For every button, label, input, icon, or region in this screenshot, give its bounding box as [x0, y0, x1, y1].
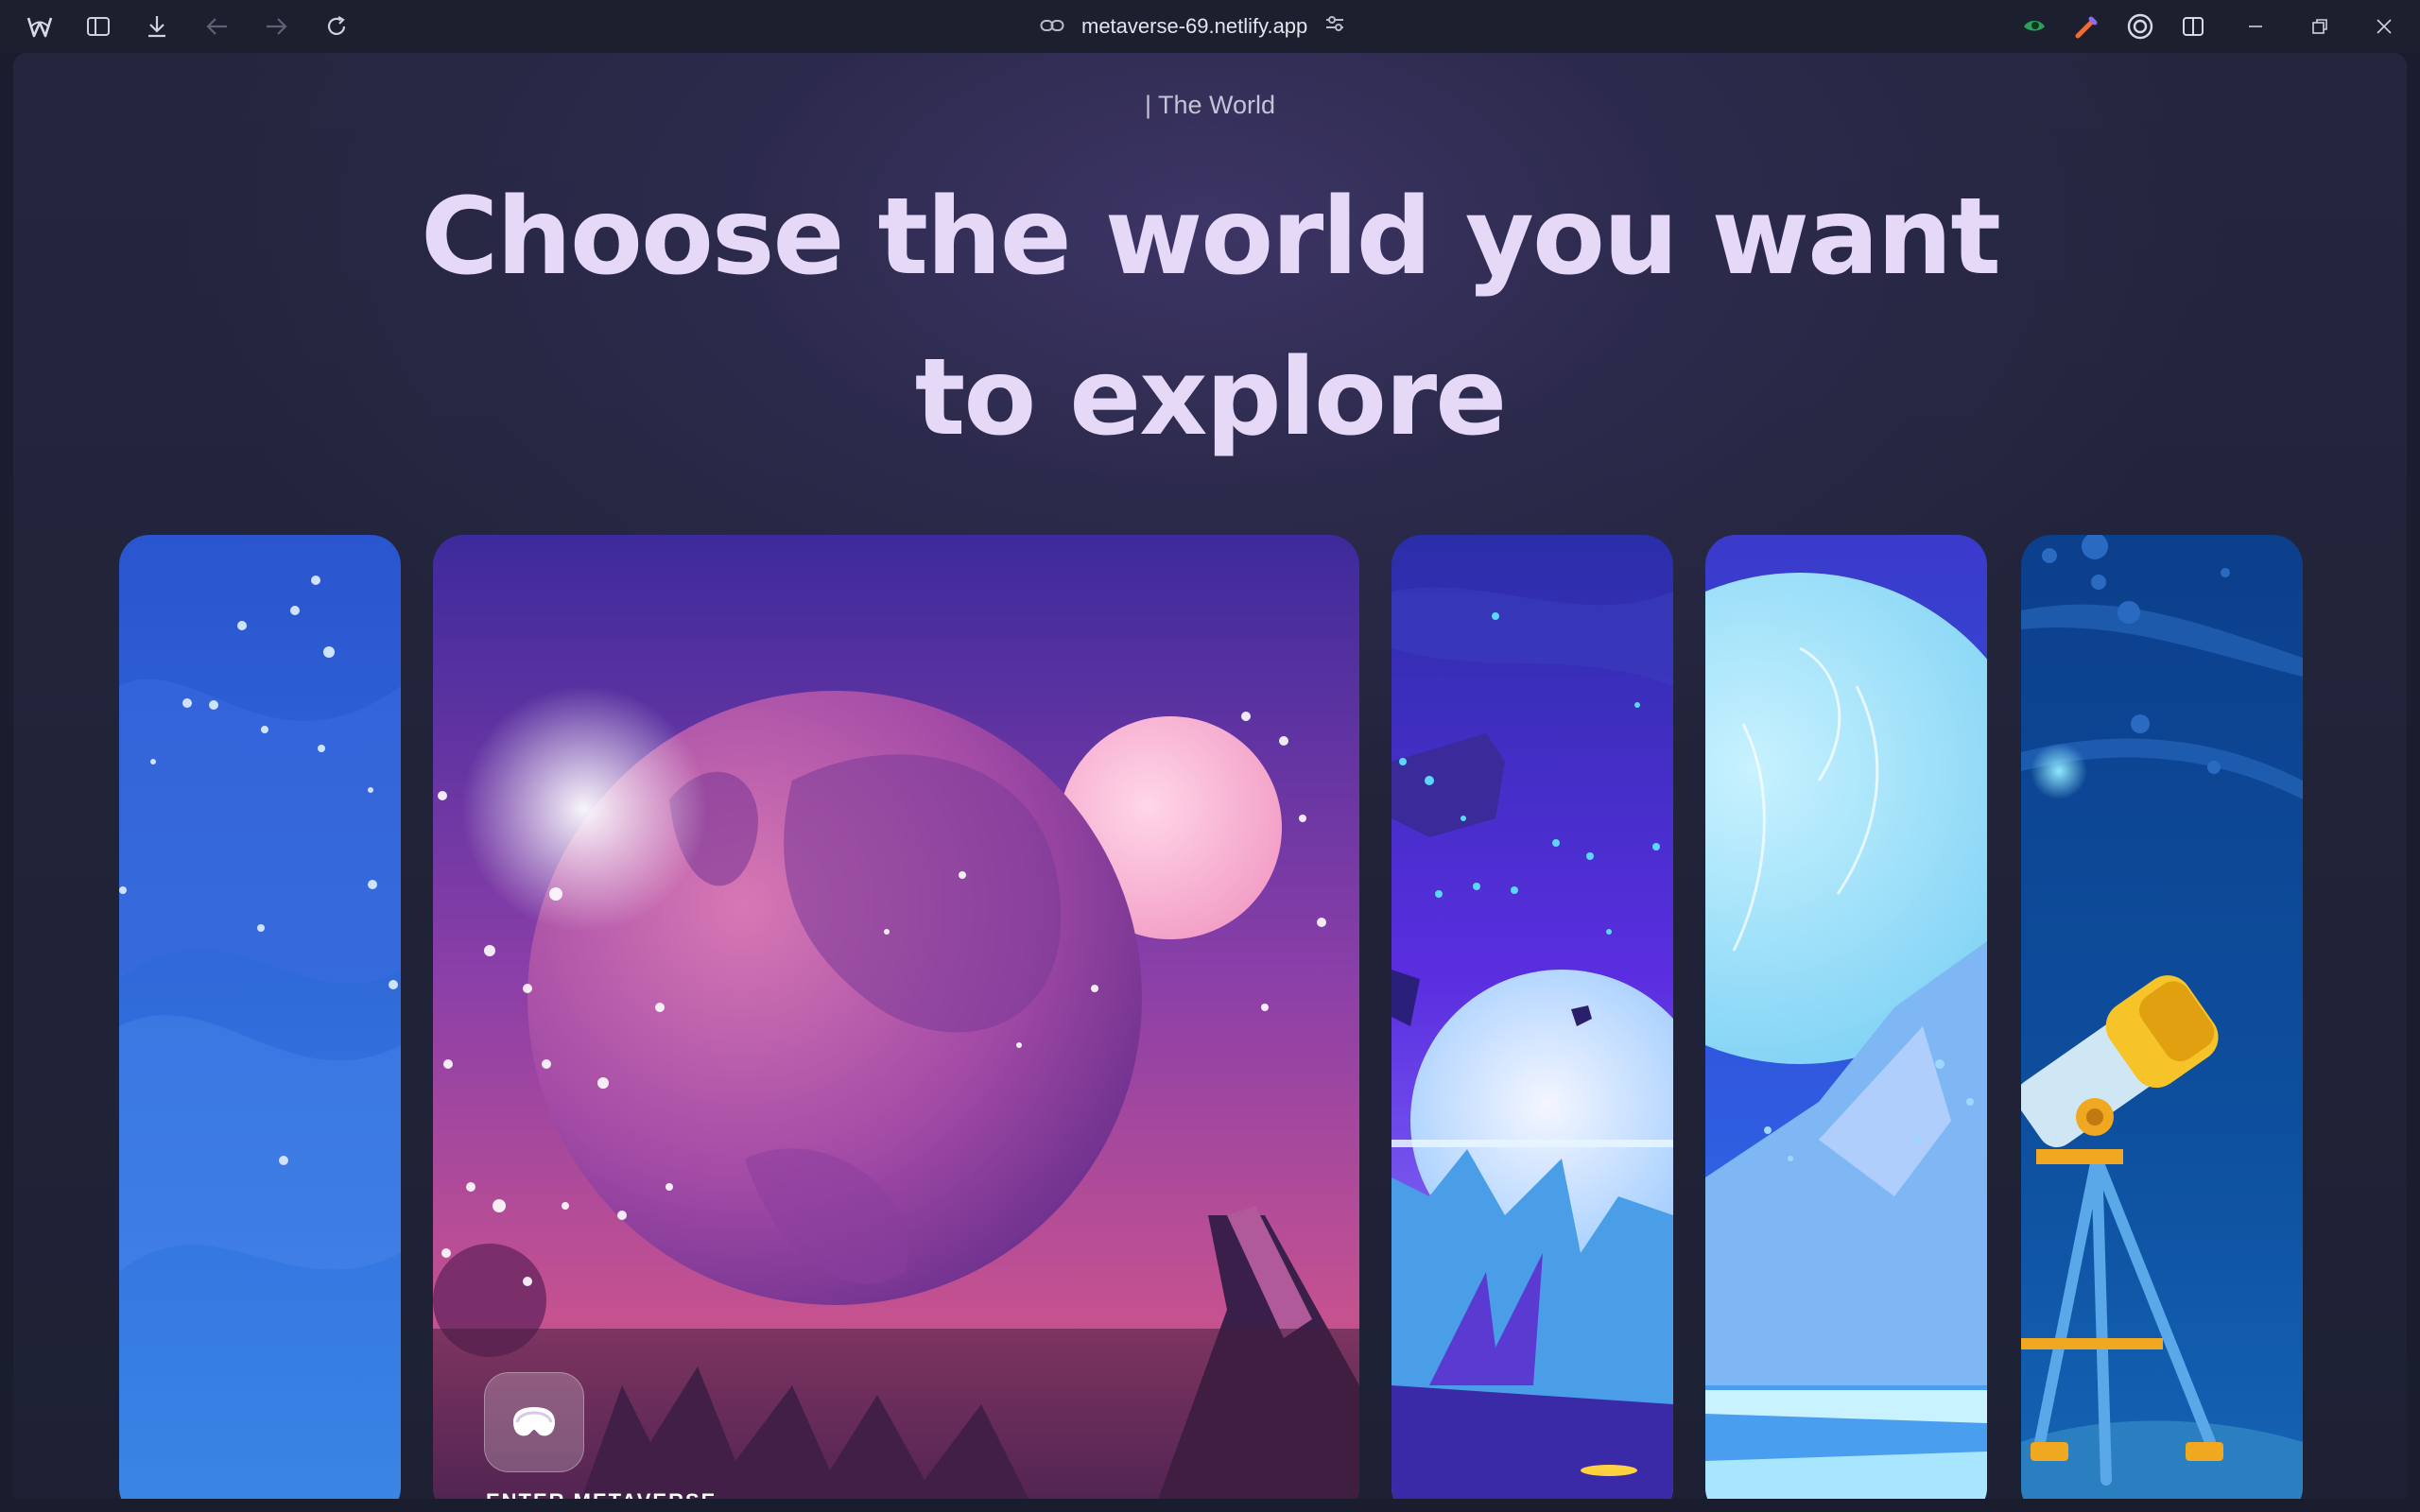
reload-icon[interactable] — [320, 9, 354, 43]
world-card-art — [1705, 535, 1987, 1499]
enter-metaverse-label[interactable]: ENTER METAVERSE — [486, 1489, 717, 1499]
world-card-art — [1392, 535, 1673, 1499]
restore-icon[interactable] — [2301, 8, 2339, 45]
vr-headset-icon — [513, 1407, 555, 1436]
sidebar-toggle-icon[interactable] — [81, 9, 115, 43]
site-settings-icon[interactable] — [1324, 14, 1345, 39]
world-card[interactable]: io — [1392, 535, 1673, 1499]
minimize-icon[interactable] — [2237, 8, 2274, 45]
world-card-active[interactable]: ENTER METAVERSE — [433, 535, 1359, 1499]
address-bar[interactable]: metaverse-69.netlify.app — [1040, 11, 1345, 42]
world-card-art — [119, 576, 401, 1272]
close-icon[interactable] — [2365, 8, 2403, 45]
world-card[interactable]: ns — [2021, 535, 2303, 1499]
page-title-line-2: to explore — [914, 336, 1507, 459]
world-card[interactable]: rts — [119, 535, 401, 1499]
link-icon — [1040, 14, 1064, 39]
page-title-line-1: Choose the world you want — [421, 176, 2001, 299]
split-view-icon[interactable] — [2174, 8, 2212, 45]
forward-arrow-icon[interactable] — [259, 9, 293, 43]
world-card-art — [2021, 535, 2303, 1499]
url-text[interactable]: metaverse-69.netlify.app — [1081, 14, 1307, 39]
app-logo-icon[interactable] — [23, 9, 57, 43]
download-icon[interactable] — [140, 9, 174, 43]
color-picker-icon[interactable] — [2068, 8, 2106, 45]
extension-eye-icon[interactable] — [2015, 8, 2053, 45]
page-title: Choose the world you want to explore — [13, 157, 2407, 478]
world-card[interactable]: se — [1705, 535, 1987, 1499]
record-icon[interactable] — [2121, 8, 2159, 45]
browser-toolbar: metaverse-69.netlify.app — [0, 0, 2420, 53]
back-arrow-icon[interactable] — [200, 9, 234, 43]
section-eyebrow: | The World — [1144, 91, 1276, 119]
enter-metaverse-button[interactable] — [484, 1372, 584, 1472]
page-viewport: | The World Choose the world you want to… — [13, 53, 2407, 1499]
